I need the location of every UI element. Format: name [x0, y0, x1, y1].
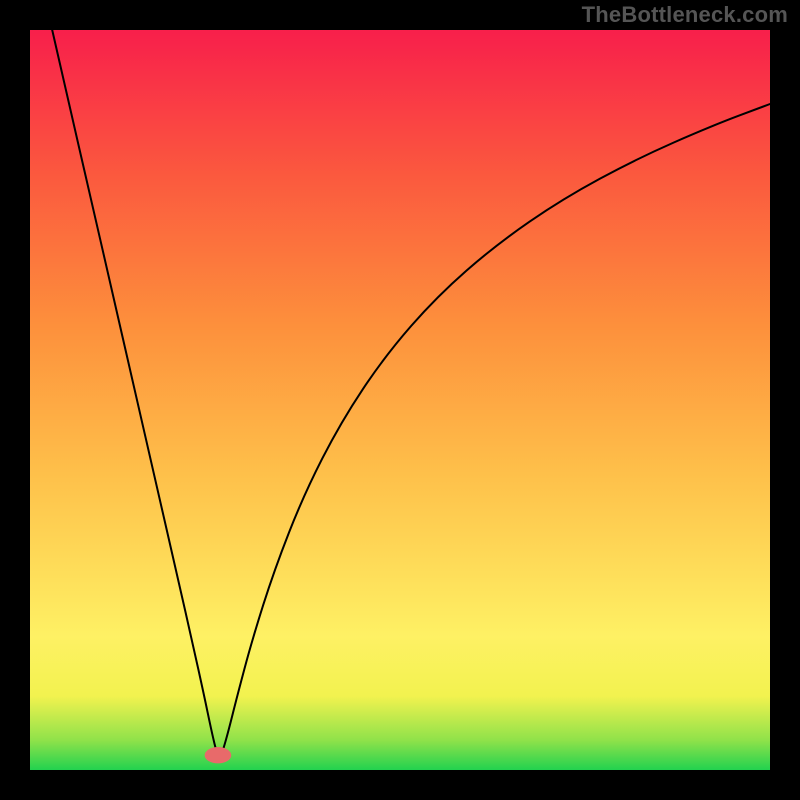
- chart-svg: [0, 0, 800, 800]
- watermark: TheBottleneck.com: [582, 2, 788, 28]
- plot-background: [30, 30, 770, 770]
- minimum-marker: [205, 747, 232, 763]
